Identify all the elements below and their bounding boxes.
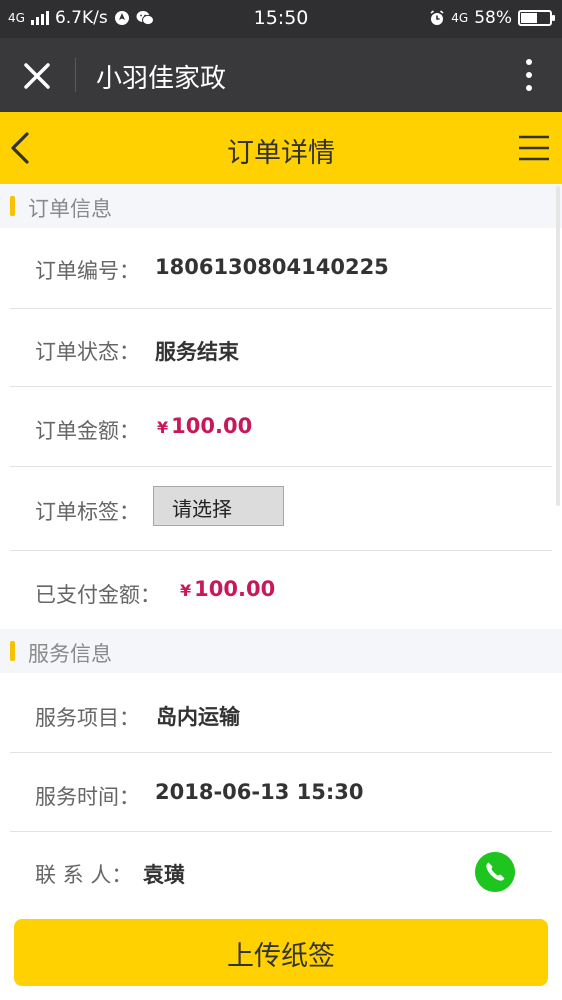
phone-icon[interactable]: [475, 852, 515, 892]
paid-amount-value: ¥100.00: [180, 577, 275, 601]
paid-amount-number: 100.00: [194, 577, 276, 601]
network-label-right: 4G: [451, 11, 469, 25]
order-number-value: 1806130804140225: [155, 255, 389, 279]
order-tag-label: 订单标签：: [35, 500, 140, 524]
page-header: 订单详情: [0, 112, 562, 184]
title-divider: [75, 58, 76, 92]
order-info-heading: 订单信息: [0, 184, 562, 228]
service-time-label: 服务时间：: [35, 785, 140, 809]
currency-symbol: ¥: [180, 581, 192, 600]
order-amount-row: 订单金额： ¥100.00: [0, 387, 562, 467]
order-number-row: 订单编号： 1806130804140225: [0, 228, 562, 309]
page: 4G 6.7K/s 15:50 4G 58% 小羽佳家政 订单详情 订单信息 订…: [0, 0, 562, 1000]
contact-value: 袁璜: [143, 863, 185, 887]
currency-symbol: ¥: [157, 418, 169, 437]
close-icon[interactable]: [18, 57, 56, 95]
order-tag-row: 订单标签： 请选择: [0, 467, 562, 551]
app-title: 小羽佳家政: [96, 64, 227, 94]
order-amount-label: 订单金额：: [35, 419, 140, 443]
service-time-row: 服务时间： 2018-06-13 15:30: [0, 753, 562, 832]
scrollbar[interactable]: [556, 186, 560, 506]
section-title: 订单信息: [28, 197, 112, 221]
service-item-row: 服务项目： 岛内运输: [0, 673, 562, 753]
paid-amount-row: 已支付金额： ¥100.00: [0, 551, 562, 629]
order-status-label: 订单状态：: [35, 340, 140, 364]
service-info-heading: 服务信息: [0, 629, 562, 673]
contact-row: 联 系 人： 袁璜: [0, 832, 562, 906]
service-item-label: 服务项目：: [35, 706, 140, 730]
paid-amount-label: 已支付金额：: [35, 583, 161, 607]
order-tag-select[interactable]: 请选择: [153, 486, 284, 526]
upload-paper-sign-button[interactable]: 上传纸签: [14, 919, 548, 986]
contact-label: 联 系 人：: [35, 863, 133, 887]
order-status-value: 服务结束: [155, 340, 239, 364]
menu-icon[interactable]: [518, 134, 550, 162]
alarm-icon: [430, 10, 444, 25]
section-accent-bar: [10, 196, 15, 216]
status-bar: 4G 6.7K/s 15:50 4G 58%: [0, 0, 562, 38]
section-title: 服务信息: [28, 642, 112, 666]
service-time-value: 2018-06-13 15:30: [155, 780, 364, 804]
service-item-value: 岛内运输: [156, 705, 240, 729]
order-amount-number: 100.00: [171, 414, 253, 438]
status-right: 4G 58%: [429, 8, 555, 28]
battery-icon: [518, 10, 555, 26]
wechat-title-bar: 小羽佳家政: [0, 38, 562, 112]
more-vertical-icon[interactable]: [524, 56, 534, 94]
section-accent-bar: [10, 641, 15, 661]
battery-percent: 58%: [474, 8, 512, 28]
page-title: 订单详情: [227, 138, 335, 169]
battery-fill: [521, 13, 537, 23]
order-number-label: 订单编号：: [35, 259, 140, 283]
order-status-row: 订单状态： 服务结束: [0, 309, 562, 387]
order-amount-value: ¥100.00: [157, 414, 252, 438]
